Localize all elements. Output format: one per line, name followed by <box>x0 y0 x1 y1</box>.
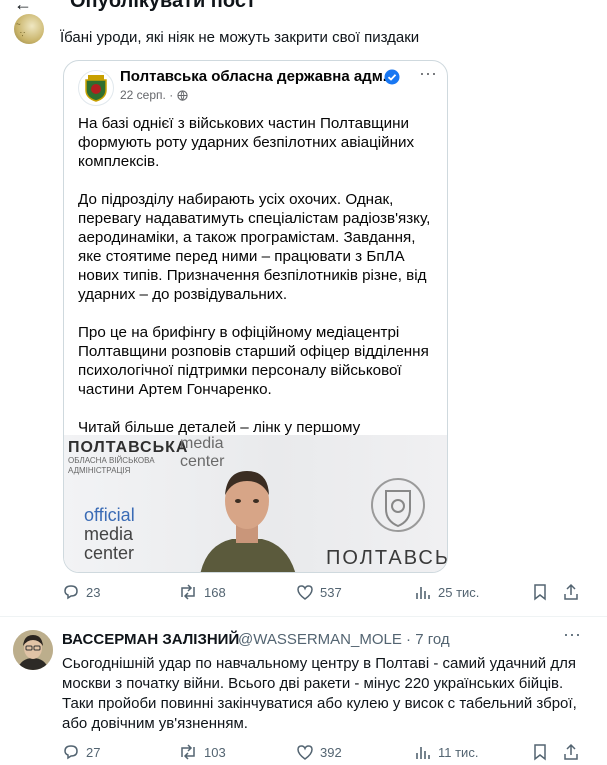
post-date: 22 серп. · <box>120 88 174 102</box>
repost-button[interactable]: 168 <box>178 583 226 601</box>
repost-count: 103 <box>204 744 226 760</box>
page-name: Полтавська обласна державна адм... <box>120 68 396 85</box>
media-label: media <box>84 524 134 544</box>
administration-sign: ОБЛАСНА ВІЙСЬКОВА АДМІНІСТРАЦІЯ <box>68 456 155 475</box>
divider <box>0 616 607 617</box>
post-body: На базі однієї з військових частин Полта… <box>78 114 438 475</box>
speaker-person <box>200 471 296 572</box>
coat-of-arms-icon <box>78 70 114 106</box>
share-button[interactable] <box>562 583 586 601</box>
repost-icon <box>181 584 195 600</box>
bookmark-icon <box>534 584 546 601</box>
views-button[interactable]: 11 тис. <box>414 743 478 761</box>
official-label: official <box>84 505 135 525</box>
top-bar: ← Опублікувати пост <box>0 0 607 22</box>
reply-text: Їбані уроди, які ніяк не можуть закрити … <box>60 29 420 46</box>
post-actions: 27 103 392 11 тис. <box>62 743 582 765</box>
share-icon <box>564 743 578 760</box>
views-button[interactable]: 25 тис. <box>414 583 479 601</box>
like-count: 537 <box>320 584 342 600</box>
heart-icon <box>297 585 313 600</box>
avatar[interactable]: ~ ∵ <box>14 14 44 44</box>
bookmark-button[interactable] <box>532 743 554 761</box>
post-actions: 23 168 537 25 тис. <box>62 583 582 605</box>
more-icon: ··· <box>419 63 437 83</box>
verified-icon <box>384 69 400 85</box>
arrow-left-icon[interactable]: ← <box>14 0 32 15</box>
poltava-sign: ПОЛТАВСЬКА <box>68 439 189 456</box>
more-icon[interactable]: ··· <box>563 624 581 645</box>
bookmark-button[interactable] <box>532 583 554 601</box>
embedded-post-image[interactable]: Полтавська обласна державна адм... ··· 2… <box>63 60 448 573</box>
post-paragraph: На базі однієї з військових частин Полта… <box>78 115 415 170</box>
share-icon <box>564 583 578 600</box>
views-icon <box>416 587 430 599</box>
poltava-sign-bottom: ПОЛТАВСЬ <box>326 547 447 569</box>
post-photo: ПОЛТАВСЬКА ОБЛАСНА ВІЙСЬКОВА АДМІНІСТРАЦ… <box>64 435 447 572</box>
like-count: 392 <box>320 744 342 760</box>
reply-count: 23 <box>86 584 101 600</box>
repost-count: 168 <box>204 584 226 600</box>
like-button[interactable]: 392 <box>296 743 342 761</box>
page-title: Опублікувати пост <box>70 0 256 12</box>
reply-button[interactable]: 27 <box>62 743 100 761</box>
center-label: center <box>84 543 135 563</box>
bookmark-icon <box>534 744 546 761</box>
reply-button[interactable]: 23 <box>62 583 100 601</box>
crest-icon <box>371 478 425 532</box>
post-paragraph: Про це на брифінгу в офіційному медіацен… <box>78 324 429 398</box>
share-button[interactable] <box>562 743 586 761</box>
reply-icon <box>64 745 78 760</box>
tweet-text: Сьогоднішній удар по навчальному центру … <box>62 655 577 732</box>
post-paragraph: До підрозділу набирають усіх охочих. Одн… <box>78 191 431 303</box>
views-count: 11 тис. <box>438 744 479 760</box>
repost-icon <box>181 744 195 760</box>
handle-time[interactable]: @WASSERMAN_MOLE · 7 год <box>238 631 450 648</box>
views-count: 25 тис. <box>438 584 480 600</box>
avatar-image <box>13 630 53 670</box>
globe-icon <box>177 90 188 101</box>
reply-icon <box>64 585 78 600</box>
like-button[interactable]: 537 <box>296 583 342 601</box>
views-icon <box>416 747 430 759</box>
repost-button[interactable]: 103 <box>178 743 226 761</box>
heart-icon <box>297 745 313 760</box>
avatar[interactable] <box>13 630 53 670</box>
reply-count: 27 <box>86 744 101 760</box>
display-name[interactable]: ВАССЕРМАН ЗАЛІЗНИЙ <box>62 631 239 648</box>
